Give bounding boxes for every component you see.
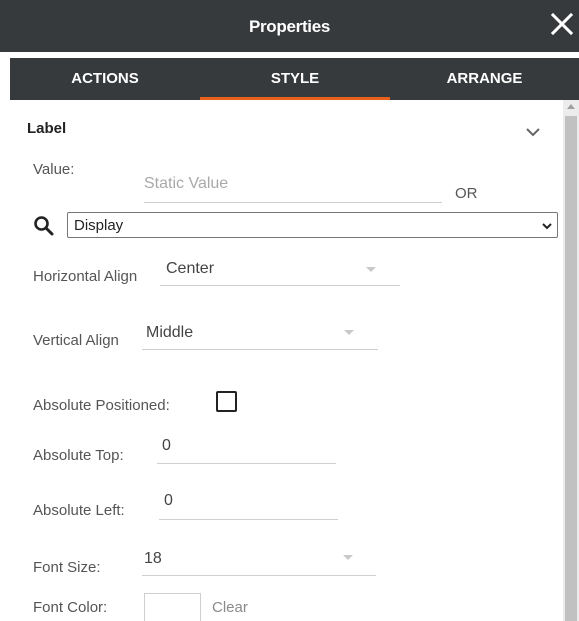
horizontal-align-label: Horizontal Align (33, 268, 138, 285)
font-color-label: Font Color: (33, 599, 108, 616)
font-color-clear-link[interactable]: Clear (212, 599, 248, 616)
section-title: Label (27, 120, 67, 137)
absolute-left-input[interactable]: 0 (164, 492, 173, 510)
panel-header: Properties (0, 0, 579, 52)
vertical-align-caret-icon (344, 330, 354, 335)
horizontal-align-underline (160, 285, 400, 286)
panel-title: Properties (248, 17, 331, 36)
chevron-down-icon[interactable] (525, 124, 541, 142)
value-label: Value: (33, 161, 75, 178)
absolute-top-underline (157, 463, 336, 464)
absolute-left-label: Absolute Left: (33, 502, 125, 519)
vertical-align-underline (142, 349, 378, 350)
font-size-select[interactable]: 18 (144, 550, 162, 568)
display-select[interactable]: Display (67, 212, 558, 238)
tab-style[interactable]: STYLE (200, 58, 390, 100)
vertical-align-label: Vertical Align (33, 332, 119, 349)
vertical-align-select[interactable]: Middle (146, 324, 193, 342)
tab-bar: ACTIONS STYLE ARRANGE (10, 58, 579, 100)
tab-style-label: STYLE (270, 70, 320, 87)
horizontal-align-select[interactable]: Center (166, 260, 214, 278)
absolute-positioned-checkbox[interactable] (216, 391, 237, 412)
font-color-swatch[interactable] (144, 593, 201, 621)
tab-actions-label: ACTIONS (71, 70, 139, 87)
absolute-left-underline (159, 519, 338, 520)
scroll-up-arrow-icon[interactable] (567, 104, 575, 109)
scrollbar[interactable] (563, 100, 579, 621)
close-icon[interactable] (547, 9, 577, 39)
tab-actions[interactable]: ACTIONS (10, 58, 200, 100)
properties-panel: Properties ACTIONS STYLE ARRANGE Label V… (0, 0, 579, 621)
tab-arrange[interactable]: ARRANGE (390, 58, 579, 100)
absolute-top-input[interactable]: 0 (162, 437, 171, 455)
tab-arrange-label: ARRANGE (446, 70, 523, 87)
horizontal-align-caret-icon (366, 267, 376, 272)
static-value-underline (144, 202, 442, 203)
font-size-caret-icon (343, 555, 353, 560)
static-value-input[interactable]: Static Value (144, 175, 228, 193)
display-select-value: Display (74, 217, 124, 234)
font-size-label: Font Size: (33, 559, 101, 576)
font-size-underline (142, 575, 376, 576)
search-icon[interactable] (33, 215, 55, 242)
absolute-positioned-label: Absolute Positioned: (33, 397, 170, 414)
scrollbar-thumb[interactable] (565, 116, 577, 621)
select-chevron-down-icon (541, 219, 553, 237)
or-label: OR (455, 185, 478, 202)
absolute-top-label: Absolute Top: (33, 447, 124, 464)
style-content (10, 100, 563, 621)
